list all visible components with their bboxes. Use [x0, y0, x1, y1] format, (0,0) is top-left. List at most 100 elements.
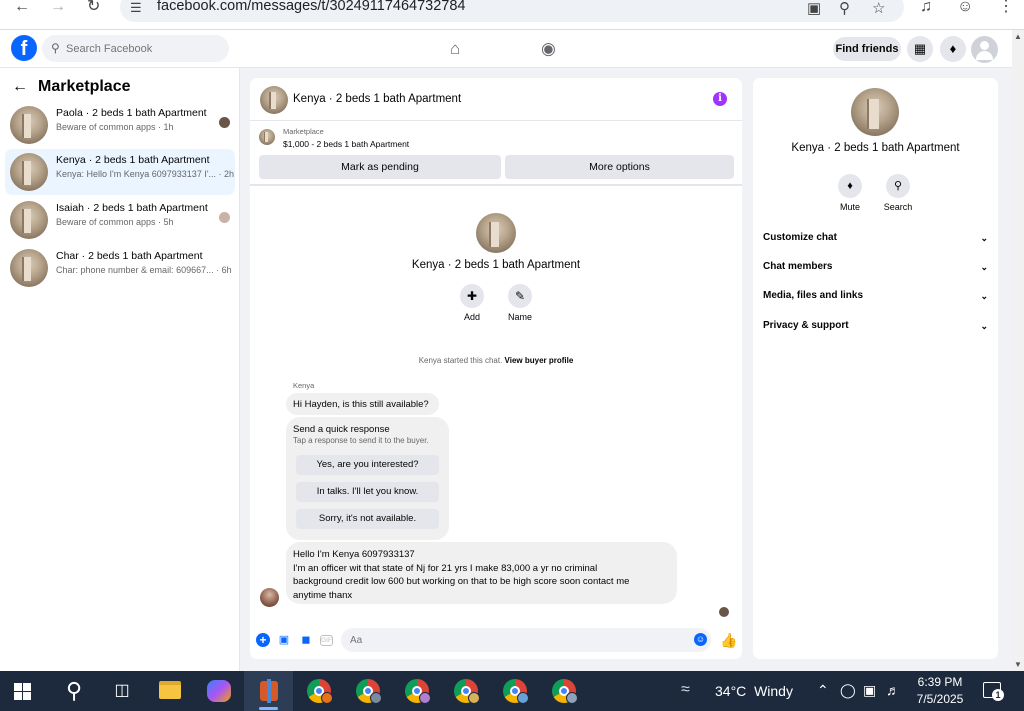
- message-input[interactable]: [341, 628, 711, 652]
- app-icon[interactable]: [258, 679, 280, 703]
- conversation-preview: Beware of common apps · 5h: [56, 217, 174, 227]
- apps-grid-icon[interactable]: ▦: [907, 36, 933, 62]
- search-conversation-button[interactable]: ⚲ Search: [878, 174, 918, 212]
- privacy-support-row[interactable]: Privacy & support ⌄: [763, 316, 988, 336]
- add-button[interactable]: ✚ Add: [452, 284, 492, 322]
- windows-start-icon[interactable]: [14, 683, 31, 700]
- facebook-logo-icon[interactable]: f: [11, 35, 37, 61]
- message-field[interactable]: [350, 632, 680, 648]
- conversation-list-panel: ← Marketplace Paola · 2 beds 1 bath Apar…: [0, 68, 240, 671]
- back-icon[interactable]: ←: [14, 0, 30, 15]
- chrome-profile-icon[interactable]: [356, 679, 382, 704]
- photo-icon[interactable]: ▣: [277, 633, 291, 647]
- details-name: Kenya · 2 beds 1 bath Apartment: [791, 142, 960, 154]
- task-view-icon[interactable]: ◫: [108, 677, 136, 705]
- notification-center-icon[interactable]: 1: [983, 682, 1004, 701]
- quick-reply-button[interactable]: In talks. I'll let you know.: [296, 482, 439, 502]
- chevron-down-icon: ⌄: [980, 262, 988, 272]
- gif-icon[interactable]: GIF: [320, 635, 333, 646]
- marketplace-header: ← Marketplace: [12, 76, 131, 98]
- file-explorer-icon[interactable]: [159, 681, 181, 699]
- add-label: Add: [463, 312, 480, 322]
- site-info-icon[interactable]: ☰: [130, 0, 142, 16]
- weather-text[interactable]: 34°C Windy: [715, 683, 793, 699]
- chat-header-avatar[interactable]: [260, 86, 288, 114]
- url-text[interactable]: facebook.com/messages/t/3024911746473278…: [157, 0, 466, 14]
- scroll-down-icon[interactable]: ▼: [1014, 660, 1022, 669]
- facebook-search[interactable]: ⚲: [42, 35, 229, 62]
- bookmark-star-icon[interactable]: ☆: [872, 0, 885, 17]
- chat-title[interactable]: Kenya · 2 beds 1 bath Apartment: [293, 93, 461, 105]
- wind-icon[interactable]: ≈: [681, 681, 690, 699]
- profile-icon[interactable]: ☺: [957, 0, 973, 15]
- chevron-up-icon[interactable]: ⌃: [817, 682, 829, 699]
- reload-icon[interactable]: ↻: [87, 0, 100, 15]
- message-bubble: Hi Hayden, is this still available?: [286, 393, 439, 415]
- search-icon: ⚲: [51, 41, 60, 55]
- read-receipt-avatar: [719, 607, 729, 617]
- taskbar-search-icon[interactable]: ⚲: [60, 677, 88, 705]
- mark-as-pending-button[interactable]: Mark as pending: [259, 155, 501, 179]
- chat-panel: Kenya · 2 beds 1 bath Apartment i Market…: [250, 78, 742, 659]
- more-options-button[interactable]: More options: [505, 155, 734, 179]
- copilot-icon[interactable]: [207, 680, 231, 702]
- notifications-bell-icon[interactable]: ♦: [940, 36, 966, 62]
- groups-icon[interactable]: ◉: [541, 39, 556, 59]
- find-friends-button[interactable]: Find friends: [833, 37, 901, 61]
- chat-members-row[interactable]: Chat members ⌄: [763, 257, 988, 277]
- meet-now-icon[interactable]: ◯: [840, 682, 856, 699]
- search-input[interactable]: [66, 39, 216, 58]
- home-icon[interactable]: ⌂: [450, 39, 460, 59]
- sticker-icon[interactable]: ◼: [299, 633, 313, 647]
- chrome-profile-icon[interactable]: [405, 679, 431, 704]
- install-app-icon[interactable]: ▣: [807, 0, 821, 17]
- plus-icon[interactable]: +: [256, 633, 270, 647]
- page-scrollbar[interactable]: ▲ ▼: [1012, 30, 1024, 671]
- emoji-icon[interactable]: ☺: [694, 633, 707, 646]
- info-icon[interactable]: i: [713, 92, 727, 106]
- view-buyer-profile-link[interactable]: View buyer profile: [505, 356, 574, 365]
- conversation-item-char[interactable]: Char · 2 beds 1 bath Apartment Char: pho…: [5, 245, 235, 291]
- quick-reply-button[interactable]: Sorry, it's not available.: [296, 509, 439, 529]
- add-person-icon: ✚: [460, 284, 484, 308]
- forward-icon[interactable]: →: [50, 0, 66, 15]
- name-button[interactable]: ✎ Name: [500, 284, 540, 322]
- quick-reply-button[interactable]: Yes, are you interested?: [296, 455, 439, 475]
- chrome-profile-icon[interactable]: [552, 679, 578, 704]
- chrome-profile-icon[interactable]: [307, 679, 333, 704]
- sender-avatar[interactable]: [260, 588, 279, 607]
- conversation-item-kenya[interactable]: Kenya · 2 beds 1 bath Apartment Kenya: H…: [5, 149, 235, 195]
- back-arrow-icon[interactable]: ←: [12, 78, 28, 96]
- mute-label: Mute: [839, 202, 860, 212]
- customize-chat-row[interactable]: Customize chat ⌄: [763, 228, 988, 248]
- chrome-profile-icon[interactable]: [454, 679, 480, 704]
- conversation-item-isaiah[interactable]: Isaiah · 2 beds 1 bath Apartment Beware …: [5, 197, 235, 243]
- media-files-links-row[interactable]: Media, files and links ⌄: [763, 286, 988, 306]
- listing-thumbnail[interactable]: [259, 129, 275, 145]
- notification-count: 1: [992, 689, 1004, 701]
- media-control-icon[interactable]: ♫: [920, 0, 932, 15]
- volume-icon[interactable]: ♬: [886, 682, 900, 698]
- chrome-profile-icon[interactable]: [503, 679, 529, 704]
- scroll-up-icon[interactable]: ▲: [1014, 32, 1022, 41]
- mute-button[interactable]: ♦ Mute: [830, 174, 870, 212]
- zoom-icon[interactable]: ⚲: [839, 0, 850, 17]
- details-avatar[interactable]: [851, 88, 899, 136]
- conversation-name: Paola · 2 beds 1 bath Apartment: [56, 107, 207, 119]
- seen-avatar: [219, 212, 230, 223]
- chat-details-panel: Kenya · 2 beds 1 bath Apartment ♦ Mute ⚲…: [753, 78, 998, 659]
- address-bar[interactable]: ☰ facebook.com/messages/t/30249117464732…: [120, 0, 904, 22]
- thumbs-up-icon[interactable]: 👍: [720, 632, 737, 649]
- listing-thumbnail: [10, 201, 48, 239]
- conversation-item-paola[interactable]: Paola · 2 beds 1 bath Apartment Beware o…: [5, 102, 235, 148]
- listing-thumbnail: [10, 106, 48, 144]
- marketplace-listing-bar: Marketplace $1,000 - 2 beds 1 bath Apart…: [250, 122, 742, 186]
- conversation-name: Kenya · 2 beds 1 bath Apartment: [56, 154, 210, 166]
- listing-title[interactable]: $1,000 - 2 beds 1 bath Apartment: [283, 139, 409, 149]
- menu-dots-icon[interactable]: ⋮: [998, 0, 1014, 15]
- chevron-down-icon: ⌄: [980, 291, 988, 301]
- account-avatar[interactable]: [971, 36, 998, 63]
- network-icon[interactable]: ▣: [863, 682, 876, 699]
- panel-title: Marketplace: [38, 78, 131, 95]
- system-clock[interactable]: 6:39 PM 7/5/2025: [910, 674, 970, 708]
